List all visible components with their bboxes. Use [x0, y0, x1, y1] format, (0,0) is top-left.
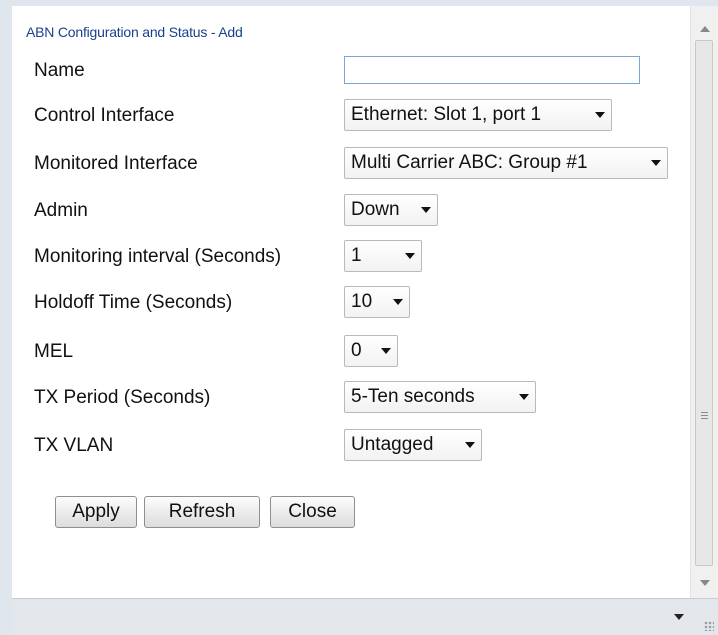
status-bar	[12, 598, 718, 635]
chevron-down-icon	[465, 442, 475, 448]
scrollbar-thumb[interactable]	[695, 40, 713, 566]
dialog-title: ABN Configuration and Status - Add	[26, 24, 243, 40]
monitoring-interval-select[interactable]: 1	[344, 240, 422, 272]
grip-line	[701, 415, 708, 416]
chevron-down-icon	[519, 394, 529, 400]
monitored-interface-label: Monitored Interface	[34, 153, 198, 174]
admin-label: Admin	[34, 200, 88, 221]
close-button[interactable]: Close	[270, 496, 355, 528]
vertical-scrollbar[interactable]	[690, 6, 718, 598]
grip-line	[701, 418, 708, 419]
holdoff-time-select[interactable]: 10	[344, 286, 410, 318]
apply-button[interactable]: Apply	[55, 496, 137, 528]
tx-period-select[interactable]: 5-Ten seconds	[344, 381, 536, 413]
holdoff-time-label: Holdoff Time (Seconds)	[34, 292, 233, 313]
chevron-down-icon	[381, 348, 391, 354]
tx-vlan-select[interactable]: Untagged	[344, 429, 482, 461]
holdoff-time-value: 10	[351, 291, 373, 312]
caret-down-icon[interactable]	[674, 614, 684, 620]
tx-vlan-value: Untagged	[351, 434, 434, 455]
resize-grip-icon[interactable]	[704, 621, 714, 631]
control-interface-select[interactable]: Ethernet: Slot 1, port 1	[344, 99, 612, 131]
name-field[interactable]	[344, 56, 640, 84]
tx-period-value: 5-Ten seconds	[351, 386, 475, 407]
control-interface-label: Control Interface	[34, 105, 175, 126]
mel-label: MEL	[34, 341, 74, 362]
dialog-content: ABN Configuration and Status - Add Name …	[12, 6, 690, 598]
monitoring-interval-label: Monitoring interval (Seconds)	[34, 246, 282, 267]
mel-select[interactable]: 0	[344, 335, 398, 367]
admin-select[interactable]: Down	[344, 194, 438, 226]
grip-line	[701, 412, 708, 413]
admin-value: Down	[351, 199, 400, 220]
refresh-button[interactable]: Refresh	[144, 496, 260, 528]
tx-vlan-label: TX VLAN	[34, 435, 114, 456]
chevron-down-icon[interactable]	[700, 580, 710, 586]
name-label: Name	[34, 60, 85, 81]
chevron-down-icon	[595, 112, 605, 118]
chevron-down-icon	[651, 160, 661, 166]
control-interface-value: Ethernet: Slot 1, port 1	[351, 104, 542, 125]
monitored-interface-value: Multi Carrier ABC: Group #1	[351, 152, 588, 173]
monitoring-interval-value: 1	[351, 245, 362, 266]
tx-period-label: TX Period (Seconds)	[34, 387, 211, 408]
chevron-down-icon	[421, 207, 431, 213]
chevron-down-icon	[393, 299, 403, 305]
chevron-down-icon	[405, 253, 415, 259]
monitored-interface-select[interactable]: Multi Carrier ABC: Group #1	[344, 147, 668, 179]
chevron-up-icon[interactable]	[700, 26, 710, 32]
mel-value: 0	[351, 340, 362, 361]
